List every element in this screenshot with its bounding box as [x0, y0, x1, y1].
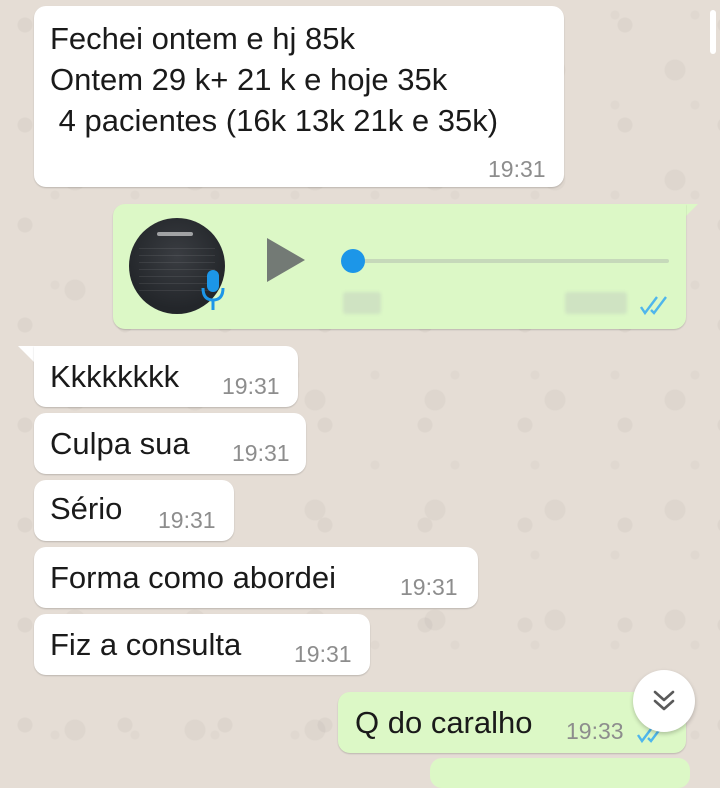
message-line: Ontem 29 k+ 21 k e hoje 35k [50, 62, 448, 97]
message-text: Fiz a consulta [50, 627, 242, 662]
message-line: Fechei ontem e hj 85k [50, 21, 356, 56]
message-text: Kkkkkkkk [50, 359, 180, 394]
audio-seek-knob[interactable] [341, 249, 365, 273]
message-text: Forma como abordei [50, 560, 337, 595]
message-time-redacted [565, 292, 627, 314]
chevron-double-down-icon [653, 690, 675, 711]
message-text: Sério [50, 491, 123, 526]
message-text: Q do caralho [355, 705, 533, 740]
audio-progress-track[interactable] [353, 259, 669, 263]
message-time: 19:31 [400, 574, 458, 600]
scroll-edge [710, 10, 716, 54]
message-time: 19:31 [232, 440, 290, 466]
message-time: 19:33 [566, 718, 624, 744]
audio-duration-redacted [343, 292, 381, 314]
read-receipt-icon [640, 296, 667, 316]
voice-note-bubble[interactable] [113, 204, 686, 329]
message-time: 19:31 [158, 507, 216, 533]
message-time: 19:31 [222, 373, 280, 399]
message-bubble-incoming[interactable]: Kkkkkkkk 19:31 [34, 346, 298, 407]
message-bubble-outgoing-partial[interactable] [430, 758, 690, 788]
scroll-to-bottom-button[interactable] [633, 670, 695, 732]
play-icon[interactable] [267, 238, 305, 282]
message-time: 19:31 [294, 641, 352, 667]
message-bubble-incoming[interactable]: Forma como abordei 19:31 [34, 547, 478, 608]
message-text: Culpa sua [50, 426, 190, 461]
message-bubble-incoming[interactable]: Sério 19:31 [34, 480, 234, 541]
message-line: 4 pacientes (16k 13k 21k e 35k) [50, 103, 499, 138]
message-bubble-incoming[interactable]: Culpa sua 19:31 [34, 413, 306, 474]
microphone-icon [201, 270, 225, 310]
message-bubble-incoming[interactable]: Fechei ontem e hj 85k Ontem 29 k+ 21 k e… [34, 6, 564, 187]
message-bubble-incoming[interactable]: Fiz a consulta 19:31 [34, 614, 370, 675]
message-time: 19:31 [488, 156, 546, 182]
